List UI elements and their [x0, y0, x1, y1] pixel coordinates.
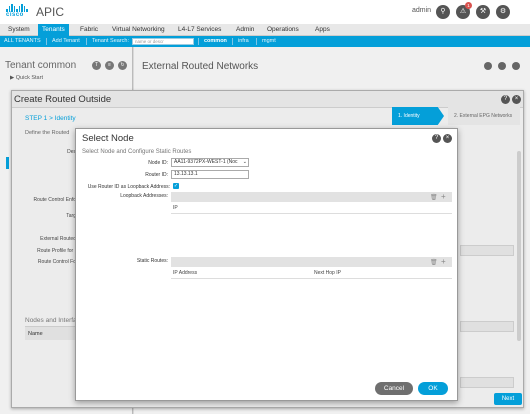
- router-id-label: Router ID:: [145, 172, 168, 178]
- main-nav: System Tenants Fabric Virtual Networking…: [0, 24, 530, 36]
- chevron-down-icon: ⌄: [242, 159, 247, 165]
- close-icon[interactable]: ×: [443, 134, 452, 143]
- loopback-ip-column: IP: [173, 205, 178, 211]
- next-button[interactable]: Next: [494, 393, 522, 405]
- nav-fabric[interactable]: Fabric: [76, 24, 102, 36]
- field-label: Targ: [66, 213, 76, 219]
- app-title: APIC: [36, 5, 65, 19]
- field-label: Route Profile for I: [37, 248, 76, 254]
- nav-l4l7-services[interactable]: L4-L7 Services: [174, 24, 225, 36]
- tenant-link-mgmt[interactable]: mgmt: [262, 36, 276, 47]
- select-node-dialog: Select Node ? × Select Node and Configur…: [75, 128, 458, 401]
- field-label: Des: [67, 149, 76, 155]
- wizard-steps: 1. Identity 2. External EPG Networks: [392, 107, 520, 125]
- add-tenant-link[interactable]: Add Tenant: [52, 36, 80, 47]
- tenant-search-label: Tenant Search:: [92, 38, 129, 44]
- all-tenants-link[interactable]: ALL TENANTS: [4, 36, 41, 47]
- next-hop-column: Next Hop IP: [314, 270, 341, 276]
- dialog-title: Select Node: [82, 133, 134, 144]
- add-icon[interactable]: +: [441, 257, 446, 267]
- filter-icon[interactable]: ≡: [105, 61, 114, 70]
- use-router-id-checkbox[interactable]: ✓: [173, 183, 179, 189]
- app-header: cisco APIC admin ⚲ ⚠ 1 ⚒ ⚙: [0, 0, 530, 24]
- field-label: Route Control Fo: [37, 259, 76, 265]
- use-router-id-label: Use Router ID as Loopback Address:: [87, 184, 170, 190]
- field-label: External Routed: [40, 236, 76, 242]
- divider: [256, 38, 257, 45]
- loopback-toolbar: 🗑 +: [171, 192, 452, 202]
- divider: [198, 38, 199, 45]
- nav-apps[interactable]: Apps: [311, 24, 334, 36]
- scrollbar[interactable]: [517, 151, 521, 341]
- selection-marker: [6, 157, 9, 169]
- background-table-toolbar: [460, 245, 514, 256]
- nav-admin[interactable]: Admin: [232, 24, 258, 36]
- alert-badge: 1: [465, 2, 472, 9]
- ok-button[interactable]: OK: [418, 382, 448, 395]
- static-routes-label: Static Routes:: [136, 258, 168, 264]
- sub-nav: ALL TENANTS Add Tenant Tenant Search: na…: [0, 36, 530, 47]
- work-pane-title: External Routed Networks: [142, 61, 259, 72]
- tenant-icon[interactable]: T: [92, 61, 101, 70]
- delete-icon[interactable]: 🗑: [430, 194, 438, 201]
- settings-icon[interactable]: ⚙: [496, 5, 510, 19]
- nodes-section-heading: Nodes and Interfac: [25, 317, 80, 324]
- ip-address-column: IP Address: [173, 270, 198, 276]
- wizard-step-external-epg[interactable]: 2. External EPG Networks: [448, 107, 520, 125]
- nav-system[interactable]: System: [4, 24, 34, 36]
- section-heading: Define the Routed: [25, 130, 70, 136]
- divider: [171, 213, 452, 214]
- cisco-logo: cisco: [6, 4, 32, 20]
- static-routes-toolbar: 🗑 +: [171, 257, 452, 267]
- cancel-button[interactable]: Cancel: [375, 382, 413, 395]
- divider: [46, 38, 47, 45]
- tools-icon[interactable]: ⚒: [476, 5, 490, 19]
- dialog-title: Create Routed Outside: [12, 91, 523, 108]
- divider: [232, 38, 233, 45]
- loopback-label: Loopback Addresses:: [120, 193, 168, 199]
- close-icon[interactable]: ×: [512, 95, 521, 104]
- refresh-icon[interactable]: ↻: [118, 61, 127, 70]
- background-table-toolbar: [460, 321, 514, 332]
- step-indicator: STEP 1 > Identity: [25, 115, 76, 122]
- help-icon[interactable]: ?: [501, 95, 510, 104]
- tenant-link-common[interactable]: common: [204, 36, 227, 47]
- settings-icon[interactable]: [512, 62, 520, 70]
- help-icon[interactable]: [484, 62, 492, 70]
- divider: [171, 278, 452, 279]
- tenant-link-infra[interactable]: infra: [238, 36, 249, 47]
- user-menu[interactable]: admin: [412, 7, 431, 14]
- router-id-input[interactable]: 13.13.13.1: [171, 170, 249, 179]
- quick-start-link[interactable]: ▶ Quick Start: [10, 75, 43, 81]
- nav-virtual-networking[interactable]: Virtual Networking: [108, 24, 169, 36]
- pane-title: Tenant common: [5, 60, 77, 71]
- star-icon[interactable]: [498, 62, 506, 70]
- add-icon[interactable]: +: [441, 192, 446, 202]
- help-icon[interactable]: ?: [432, 134, 441, 143]
- tenant-search-input[interactable]: name or descr: [132, 38, 194, 45]
- wizard-step-identity[interactable]: 1. Identity: [392, 107, 444, 125]
- field-label: Route Control Enfo: [33, 197, 76, 203]
- node-id-select[interactable]: AA11-9372PX-WEST-1 (Noc ⌄: [171, 158, 249, 167]
- background-table-toolbar: [460, 377, 514, 388]
- dialog-subtitle: Select Node and Configure Static Routes: [82, 149, 192, 155]
- search-icon[interactable]: ⚲: [436, 5, 450, 19]
- nav-tenants[interactable]: Tenants: [38, 24, 69, 36]
- delete-icon[interactable]: 🗑: [430, 259, 438, 266]
- divider: [86, 38, 87, 45]
- nav-operations[interactable]: Operations: [263, 24, 303, 36]
- node-id-label: Node ID:: [148, 160, 168, 166]
